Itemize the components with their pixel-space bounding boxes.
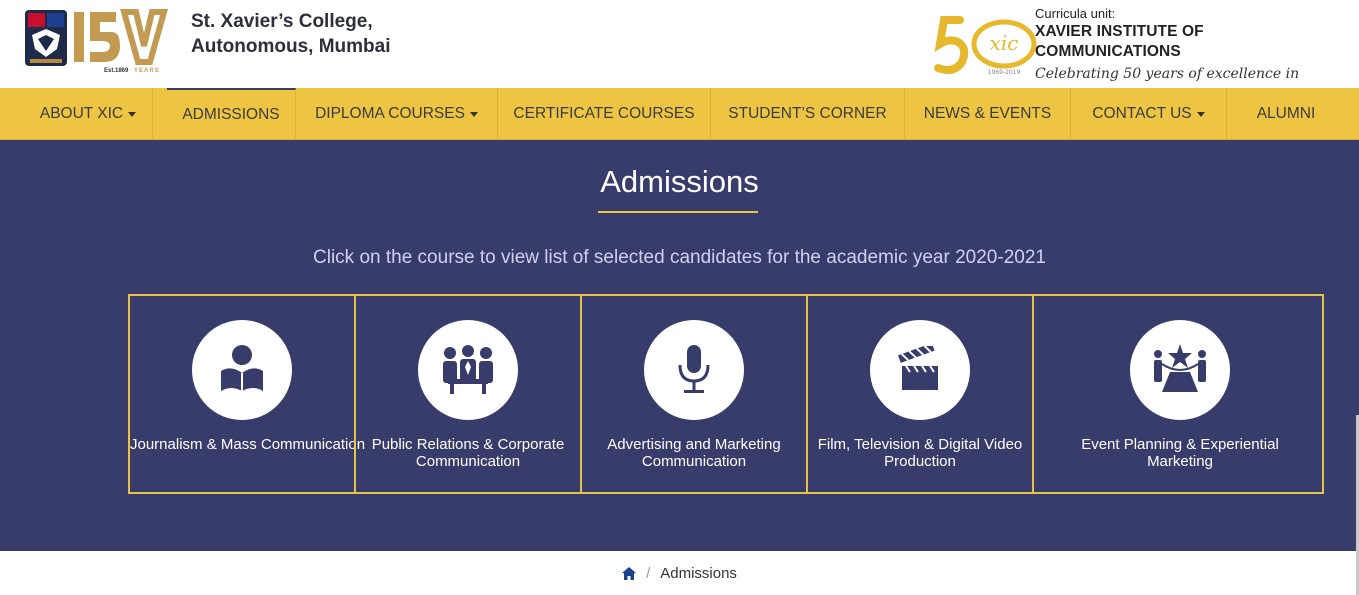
course-label: Event Planning & Experiential Marketing (1034, 436, 1326, 470)
course-icon-circle (644, 320, 744, 420)
nav-contact-us[interactable]: CONTACT US (1071, 88, 1227, 140)
nav-contact-us-label: CONTACT US (1092, 105, 1192, 122)
course-card-film-tv[interactable]: Film, Television & Digital Video Product… (806, 294, 1034, 494)
caret-down-icon (128, 111, 137, 117)
title-underline (598, 211, 758, 213)
nav-alumni[interactable]: ALUMNI (1227, 88, 1345, 140)
nav-news-events[interactable]: NEWS & EVENTS (905, 88, 1071, 140)
microphone-icon (678, 345, 710, 393)
home-icon[interactable] (622, 566, 637, 580)
nav-alumni-label: ALUMNI (1256, 105, 1316, 122)
breadcrumb-separator: / (646, 564, 651, 582)
main-nav: ABOUT XIC ADMISSIONS DIPLOMA COURSES CER… (0, 88, 1359, 140)
clapperboard-icon (898, 346, 938, 390)
nav-students-corner-label: STUDENT’S CORNER (728, 105, 887, 122)
stage-icon (1154, 344, 1206, 392)
course-card-event-planning[interactable]: Event Planning & Experiential Marketing (1032, 294, 1324, 494)
course-label-line2: Communication (415, 453, 521, 470)
course-icon-circle (418, 320, 518, 420)
nav-about-xic[interactable]: ABOUT XIC (24, 88, 153, 140)
course-icon-circle (1130, 320, 1230, 420)
course-icon-circle (192, 320, 292, 420)
xic-name: XAVIER INSTITUTE OF COMMUNICATIONS (1035, 23, 1204, 60)
page-subtitle: Click on the course to view list of sele… (313, 247, 1046, 268)
nav-admissions-label: ADMISSIONS (182, 106, 280, 123)
nav-about-xic-label: ABOUT XIC (39, 105, 124, 122)
logo-years: 1969-2019 (988, 69, 1021, 76)
est-year: Est.1869 (104, 68, 129, 74)
breadcrumb: / Admissions (0, 551, 1359, 595)
course-label: Film, Television & Digital Video Product… (808, 436, 1032, 470)
course-label-line2: Marketing (1147, 453, 1213, 470)
course-card-public-relations[interactable]: Public Relations & Corporate Communicati… (354, 294, 582, 494)
course-label-line1: Film, Television & Digital Video (817, 436, 1023, 453)
course-label-line2: Communication (641, 453, 747, 470)
years-label: YEARS (134, 68, 160, 74)
xic-unit-label: Curricula unit: (1035, 6, 1116, 21)
nav-students-corner[interactable]: STUDENT’S CORNER (711, 88, 905, 140)
course-label-line1: Journalism & Mass Communication (130, 436, 366, 453)
course-icon-circle (870, 320, 970, 420)
page-title: Admissions (600, 164, 759, 199)
course-label: Advertising and Marketing Communication (582, 436, 806, 470)
course-card-journalism[interactable]: Journalism & Mass Communication (128, 294, 366, 494)
admissions-section: Admissions Click on the course to view l… (0, 140, 1359, 551)
course-label-line2: Production (884, 453, 956, 470)
nav-certificate-courses[interactable]: CERTIFICATE COURSES (498, 88, 711, 140)
meeting-icon (443, 345, 493, 394)
course-label-line1: Public Relations & Corporate (371, 436, 565, 453)
nav-admissions[interactable]: ADMISSIONS (167, 88, 296, 140)
breadcrumb-current: Admissions (660, 564, 737, 582)
college-name-line2: Autonomous, Mumbai (191, 36, 391, 57)
xic-50-years-logo-icon[interactable]: xic 1969-2019 (934, 14, 1044, 80)
caret-down-icon (1196, 111, 1205, 117)
course-card-advertising[interactable]: Advertising and Marketing Communication (580, 294, 808, 494)
course-label: Journalism & Mass Communication (130, 436, 366, 453)
course-label-line1: Advertising and Marketing (607, 436, 781, 453)
college-name-line1: St. Xavier’s College, (191, 11, 373, 32)
nav-diploma-courses-label: DIPLOMA COURSES (315, 105, 465, 122)
college-crest-icon[interactable] (24, 9, 68, 67)
nav-news-events-label: NEWS & EVENTS (923, 105, 1052, 122)
est-label: Est.1869 YEARS (104, 68, 160, 74)
course-label-line1: Event Planning & Experiential (1081, 436, 1279, 453)
nav-certificate-courses-label: CERTIFICATE COURSES (513, 105, 695, 122)
reader-icon (221, 345, 263, 391)
nav-diploma-courses[interactable]: DIPLOMA COURSES (296, 88, 498, 140)
caret-down-icon (469, 111, 478, 117)
course-label: Public Relations & Corporate Communicati… (356, 436, 580, 470)
college-name[interactable]: St. Xavier’s College, Autonomous, Mumbai (191, 9, 390, 59)
site-header: Est.1869 YEARS St. Xavier’s College, Aut… (0, 0, 1359, 106)
svg-text:xic: xic (990, 31, 1019, 55)
